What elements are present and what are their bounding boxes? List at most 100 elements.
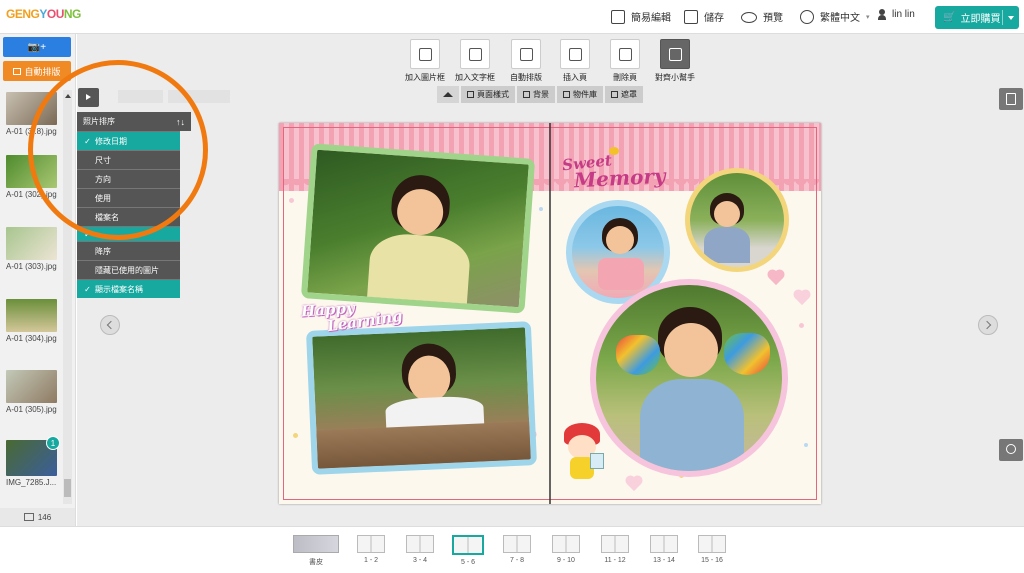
preview-button[interactable]: 預覽 — [741, 9, 783, 24]
page-thumb[interactable]: 9 - 10 — [548, 535, 584, 564]
painted-hand — [724, 333, 770, 375]
hide-used-photos-option[interactable]: 隱藏已使用的圖片 — [77, 260, 180, 279]
preview-label: 預覽 — [763, 13, 783, 24]
photo-icon — [23, 513, 34, 521]
page-thumb-current[interactable]: 5 - 6 — [450, 535, 486, 566]
user-menu[interactable]: lin lin — [878, 9, 915, 20]
tab-object-library[interactable]: 物件庫 — [557, 86, 603, 103]
add-text-frame-icon — [460, 39, 490, 69]
background-icon — [523, 91, 530, 98]
logo-part: NG — [63, 7, 82, 21]
cartoon-girl-sticker[interactable] — [562, 423, 612, 487]
prev-page-button[interactable] — [100, 315, 120, 335]
page-thumb-label: 1 - 2 — [363, 557, 378, 564]
page-thumb[interactable]: 1 - 2 — [353, 535, 389, 564]
page-thumb[interactable]: 11 - 12 — [597, 535, 633, 564]
tab-label: 頁面樣式 — [477, 90, 509, 99]
checkmark-icon: ✓ — [84, 284, 91, 294]
tab-mask[interactable]: 遮罩 — [605, 86, 643, 103]
delete-page-icon — [610, 39, 640, 69]
page-thumb[interactable]: 3 - 4 — [402, 535, 438, 564]
auto-layout-tool-button[interactable]: 自動排版 — [500, 39, 552, 83]
photo-count-value: 146 — [37, 512, 52, 522]
photo-caption: IMG_7285.J... — [6, 478, 57, 487]
photo-thumb[interactable]: A-01 (305).jpg — [6, 370, 57, 414]
sort-option-label: 顯示檔案名稱 — [95, 284, 143, 294]
sticker-part — [590, 453, 604, 469]
buy-divider — [1002, 10, 1003, 25]
photo-frame-girl-table[interactable] — [305, 321, 538, 475]
next-page-button[interactable] — [978, 315, 998, 335]
photo-frame-girl-eating[interactable] — [685, 168, 789, 272]
photo-subject — [714, 201, 740, 227]
home-icon — [443, 92, 453, 97]
editor-toolbar: 加入圖片框 加入文字框 自動排版 插入頁 刪除頁 對齊小幫手 — [77, 34, 1024, 86]
user-icon — [878, 9, 886, 20]
auto-layout-label: 自動排版 — [24, 66, 61, 77]
tab-page-style[interactable]: 頁面樣式 — [461, 86, 515, 103]
save-icon — [684, 9, 698, 24]
easy-edit-button[interactable]: 簡易編輯 — [611, 9, 671, 24]
object-library-icon — [563, 91, 570, 98]
buy-now-button[interactable]: 🛒 立即購買 — [935, 6, 1019, 29]
add-image-frame-button[interactable]: 加入圖片框 — [399, 39, 451, 83]
photo-image — [6, 227, 57, 260]
add-text-frame-button[interactable]: 加入文字框 — [449, 39, 501, 83]
insert-page-button[interactable]: 插入頁 — [549, 39, 601, 83]
document-icon — [1006, 93, 1016, 105]
confetti-dot — [539, 207, 543, 211]
zoom-button[interactable] — [999, 439, 1023, 461]
confetti-dot — [799, 323, 804, 328]
sort-option-label: 降序 — [95, 246, 111, 256]
tab-label: 遮罩 — [621, 90, 637, 99]
photo-frame-boy-paint-hands[interactable] — [590, 279, 788, 477]
page-thumb-image — [552, 535, 580, 553]
photo-thumb[interactable]: A-01 (303).jpg — [6, 227, 57, 271]
show-filenames-option[interactable]: ✓ 顯示檔案名稱 — [77, 279, 180, 298]
page-thumb-cover[interactable]: 書皮 — [291, 535, 341, 567]
delete-page-button[interactable]: 刪除頁 — [599, 39, 651, 83]
chevron-down-icon[interactable] — [1008, 16, 1014, 20]
sort-option-descending[interactable]: 降序 — [77, 241, 180, 260]
page-thumb[interactable]: 7 - 8 — [499, 535, 535, 564]
page-thumb-image — [293, 535, 339, 553]
brand-logo[interactable]: GENGYOUNG — [6, 7, 81, 21]
align-helper-button[interactable]: 對齊小幫手 — [649, 39, 701, 83]
page-thumb[interactable]: 13 - 14 — [646, 535, 682, 564]
used-count-badge: 1 — [46, 436, 60, 450]
photo-count: 146 — [0, 508, 75, 526]
photo-image — [6, 299, 57, 332]
photo-caption: A-01 (303).jpg — [6, 262, 57, 271]
auto-layout-button[interactable]: 自動排版 — [3, 61, 71, 81]
happy-learning-sticker[interactable]: Happy Learning — [300, 299, 403, 335]
home-tab[interactable] — [437, 86, 459, 103]
page-thumb-label: 5 - 6 — [460, 559, 475, 566]
album-spread[interactable]: Happy Learning Sweet Memory — [279, 123, 821, 504]
photo-thumb[interactable]: A-01 (304).jpg — [6, 299, 57, 343]
save-label: 儲存 — [704, 13, 724, 24]
page-settings-button[interactable] — [999, 88, 1023, 110]
eye-icon — [741, 11, 757, 23]
scrollbar-thumb[interactable] — [64, 479, 71, 497]
logo-part: OU — [46, 7, 65, 21]
tool-label: 對齊小幫手 — [655, 73, 695, 82]
photo-thumb[interactable]: IMG_7285.J... 1 — [6, 436, 60, 487]
page-thumb[interactable]: 15 - 16 — [694, 535, 730, 564]
page-thumb-label: 書皮 — [309, 559, 323, 566]
align-helper-icon — [660, 39, 690, 69]
photo-subject — [606, 226, 634, 254]
tab-background[interactable]: 背景 — [517, 86, 555, 103]
painted-hand — [616, 335, 660, 375]
upload-photo-button[interactable]: 📷+ — [3, 37, 71, 57]
tool-label: 插入頁 — [563, 73, 587, 82]
photo-image — [6, 370, 57, 403]
save-button[interactable]: 儲存 — [684, 9, 724, 24]
page-thumb-image — [406, 535, 434, 553]
sweet-memory-sticker[interactable]: Sweet Memory — [561, 151, 666, 192]
logo-part: Y — [39, 7, 47, 21]
language-select[interactable]: 繁體中文 ▾ — [800, 9, 870, 24]
sort-option-label: 隱藏已使用的圖片 — [95, 265, 159, 275]
photo-frame-girl-lollipop[interactable] — [300, 143, 536, 314]
cart-icon: 🛒 — [943, 12, 956, 23]
page-thumb-image — [452, 535, 484, 555]
